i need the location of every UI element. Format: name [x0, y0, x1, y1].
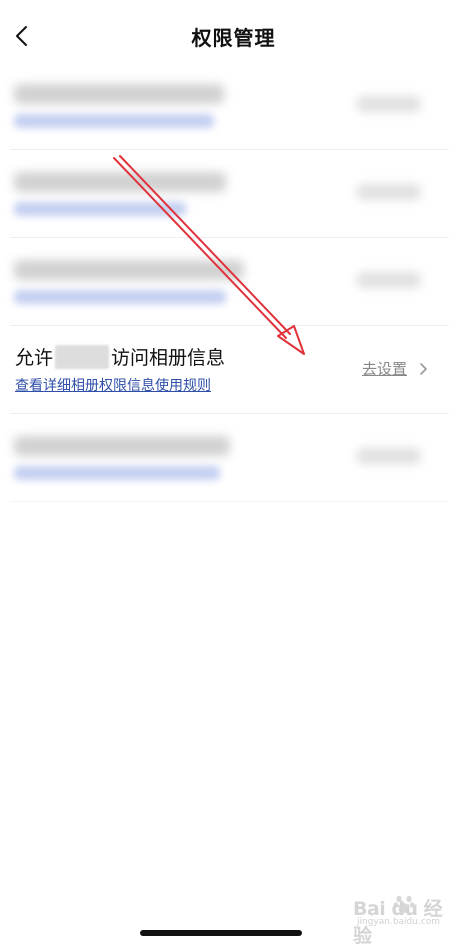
blurred-action — [357, 272, 421, 288]
app-name-mask — [55, 344, 110, 369]
blurred-link — [14, 202, 186, 216]
permission-row-blurred-2[interactable] — [10, 150, 449, 238]
blurred-link — [14, 466, 220, 480]
permission-list — [0, 62, 467, 502]
page-title: 权限管理 — [191, 26, 276, 50]
permission-rules-link[interactable]: 查看详细相册权限信息使用规则 — [15, 375, 211, 395]
permission-title: 允许 访问相册信息 — [15, 343, 225, 370]
blurred-action — [357, 96, 421, 112]
blurred-title — [14, 436, 230, 456]
permission-row-blurred-4[interactable] — [10, 414, 449, 502]
permission-title-suffix: 访问相册信息 — [111, 347, 226, 369]
home-indicator[interactable] — [140, 930, 302, 936]
blurred-title — [14, 260, 244, 280]
baidu-jingyan-watermark: Bai du 经验 jingyan.baidu.com — [335, 893, 460, 947]
blurred-action — [357, 448, 421, 464]
blurred-title — [14, 172, 226, 192]
chevron-right-icon — [420, 363, 427, 375]
permission-row-blurred-3[interactable] — [10, 238, 449, 326]
blurred-action — [357, 184, 421, 200]
watermark-url: jingyan.baidu.com — [357, 917, 441, 927]
blurred-link — [14, 114, 214, 128]
blurred-link — [14, 290, 226, 304]
permission-row-blurred-1[interactable] — [10, 62, 449, 150]
go-settings-button[interactable]: 去设置 — [362, 358, 407, 379]
blurred-title — [14, 84, 224, 104]
permission-title-prefix: 允许 — [15, 347, 54, 369]
